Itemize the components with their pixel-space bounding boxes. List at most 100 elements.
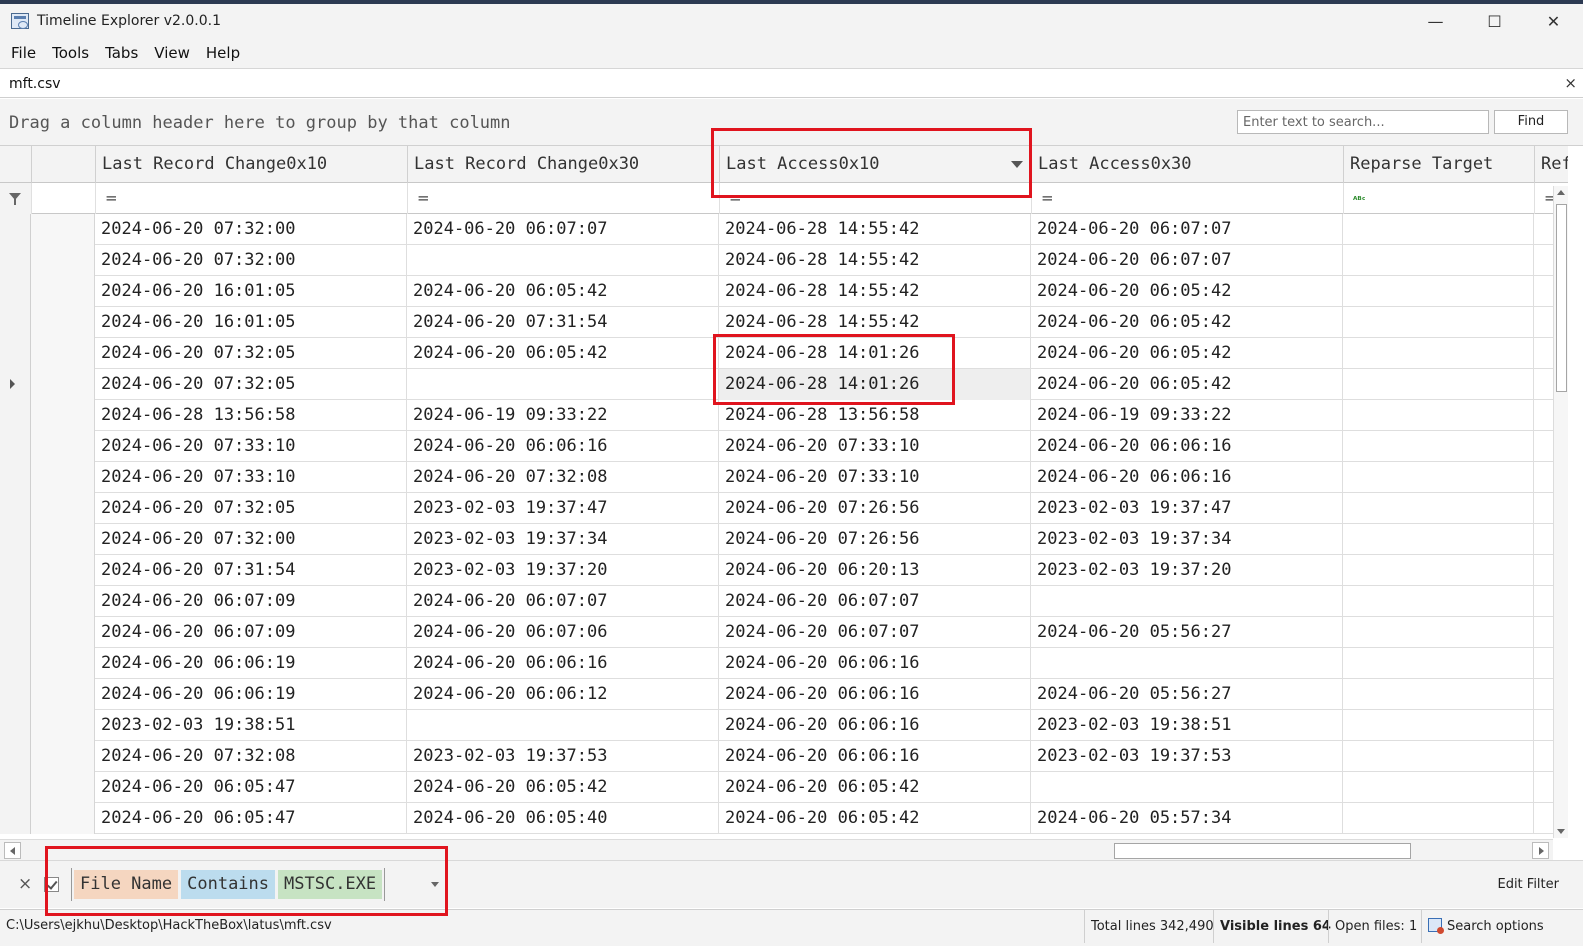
row-select-cell[interactable]: [31, 555, 95, 586]
table-row[interactable]: 2024-06-20 06:06:19 2024-06-20 06:06:16 20…: [0, 648, 1568, 679]
column-header-reparse-target[interactable]: Reparse Target: [1343, 146, 1534, 183]
table-row[interactable]: 2024-06-20 06:05:47 2024-06-20 06:05:42 20…: [0, 772, 1568, 803]
cell-last-record-change-0x10[interactable]: 2024-06-20 07:33:10: [95, 462, 407, 493]
cell-last-access-0x10[interactable]: 2024-06-20 06:06:16: [719, 679, 1031, 710]
cell-last-access-0x30[interactable]: 2023-02-03 19:38:51: [1031, 710, 1343, 741]
cell-last-access-0x30[interactable]: 2024-06-20 06:06:16: [1031, 431, 1343, 462]
row-select-cell[interactable]: [31, 245, 95, 276]
cell-last-record-change-0x30[interactable]: 2023-02-03 19:37:34: [407, 524, 719, 555]
cell-last-record-change-0x30[interactable]: 2024-06-20 06:07:07: [407, 586, 719, 617]
cell-last-access-0x30[interactable]: 2024-06-19 09:33:22: [1031, 400, 1343, 431]
cell-last-access-0x10[interactable]: 2024-06-20 06:06:16: [719, 710, 1031, 741]
row-indicator[interactable]: [0, 276, 31, 307]
cell-last-access-0x30[interactable]: 2024-06-20 06:05:42: [1031, 276, 1343, 307]
cell-last-access-0x10[interactable]: 2024-06-28 13:56:58: [719, 400, 1031, 431]
horizontal-scrollbar[interactable]: [0, 839, 1553, 860]
filter-field-token[interactable]: File Name: [74, 870, 179, 899]
cell-last-access-0x10[interactable]: 2024-06-20 07:26:56: [719, 524, 1031, 555]
menu-file[interactable]: File: [3, 38, 44, 69]
cell-last-record-change-0x30[interactable]: 2023-02-03 19:37:20: [407, 555, 719, 586]
cell-last-record-change-0x10[interactable]: 2024-06-20 07:33:10: [95, 431, 407, 462]
row-indicator[interactable]: [0, 369, 31, 400]
row-indicator[interactable]: [0, 772, 31, 803]
tab-close-icon[interactable]: ×: [1564, 74, 1577, 92]
cell-reparse-target[interactable]: [1343, 555, 1534, 586]
table-row[interactable]: 2024-06-20 07:31:54 2023-02-03 19:37:20 20…: [0, 555, 1568, 586]
cell-last-access-0x10[interactable]: 2024-06-20 07:33:10: [719, 431, 1031, 462]
row-indicator[interactable]: [0, 214, 31, 245]
row-indicator[interactable]: [0, 648, 31, 679]
table-row[interactable]: 2024-06-20 07:32:00 2024-06-28 14:55:42 20…: [0, 245, 1568, 276]
table-row[interactable]: 2024-06-20 06:06:19 2024-06-20 06:06:12 20…: [0, 679, 1568, 710]
row-indicator[interactable]: [0, 493, 31, 524]
cell-last-access-0x10[interactable]: 2024-06-28 14:01:26: [719, 338, 1031, 369]
row-indicator[interactable]: [0, 400, 31, 431]
row-select-cell[interactable]: [31, 710, 95, 741]
cell-reparse-target[interactable]: [1343, 524, 1534, 555]
cell-last-record-change-0x10[interactable]: 2024-06-20 06:05:47: [95, 772, 407, 803]
table-row[interactable]: 2024-06-20 07:32:05 2023-02-03 19:37:47 20…: [0, 493, 1568, 524]
cell-last-access-0x30[interactable]: 2024-06-20 05:57:34: [1031, 803, 1343, 834]
cell-last-access-0x30[interactable]: 2024-06-20 06:05:42: [1031, 369, 1343, 400]
cell-last-record-change-0x30[interactable]: 2024-06-20 06:05:40: [407, 803, 719, 834]
cell-reparse-target[interactable]: [1343, 617, 1534, 648]
cell-last-access-0x10[interactable]: 2024-06-28 14:01:26: [719, 369, 1031, 400]
row-indicator[interactable]: [0, 741, 31, 772]
table-row[interactable]: 2024-06-20 07:32:00 2024-06-20 06:07:07 20…: [0, 214, 1568, 245]
table-row[interactable]: 2024-06-20 07:32:00 2023-02-03 19:37:34 20…: [0, 524, 1568, 555]
row-select-cell[interactable]: [31, 400, 95, 431]
row-select-cell[interactable]: [31, 431, 95, 462]
cell-last-record-change-0x10[interactable]: 2024-06-20 07:31:54: [95, 555, 407, 586]
cell-last-record-change-0x30[interactable]: 2023-02-03 19:37:47: [407, 493, 719, 524]
row-select-cell[interactable]: [31, 586, 95, 617]
cell-last-record-change-0x30[interactable]: [407, 369, 719, 400]
cell-last-record-change-0x30[interactable]: 2024-06-20 06:07:06: [407, 617, 719, 648]
table-row[interactable]: 2024-06-20 06:07:09 2024-06-20 06:07:06 20…: [0, 617, 1568, 648]
cell-last-record-change-0x10[interactable]: 2024-06-20 06:07:09: [95, 617, 407, 648]
row-indicator[interactable]: [0, 617, 31, 648]
cell-last-access-0x30[interactable]: 2024-06-20 05:56:27: [1031, 679, 1343, 710]
cell-last-access-0x10[interactable]: 2024-06-28 14:55:42: [719, 276, 1031, 307]
table-row[interactable]: 2023-02-03 19:38:51 2024-06-20 06:06:16 20…: [0, 710, 1568, 741]
filter-expression[interactable]: File Name Contains MSTSC.EXE: [71, 868, 386, 901]
search-options-button[interactable]: Search options: [1421, 910, 1550, 943]
search-input[interactable]: [1237, 110, 1489, 134]
cell-last-access-0x30[interactable]: 2023-02-03 19:37:53: [1031, 741, 1343, 772]
table-row[interactable]: 2024-06-20 07:33:10 2024-06-20 06:06:16 20…: [0, 431, 1568, 462]
cell-last-access-0x30[interactable]: 2023-02-03 19:37:47: [1031, 493, 1343, 524]
row-indicator[interactable]: [0, 679, 31, 710]
row-select-cell[interactable]: [31, 524, 95, 555]
cell-last-access-0x30[interactable]: 2023-02-03 19:37:34: [1031, 524, 1343, 555]
cell-reparse-target[interactable]: [1343, 803, 1534, 834]
tab-mft-csv[interactable]: mft.csv: [9, 76, 61, 92]
scroll-down-icon[interactable]: [1557, 829, 1565, 834]
cell-last-access-0x10[interactable]: 2024-06-28 14:55:42: [719, 214, 1031, 245]
filter-history-dropdown-icon[interactable]: [431, 882, 439, 887]
cell-last-record-change-0x10[interactable]: 2024-06-20 06:07:09: [95, 586, 407, 617]
scroll-right-button[interactable]: [1532, 842, 1549, 859]
row-indicator[interactable]: [0, 307, 31, 338]
row-select-cell[interactable]: [31, 803, 95, 834]
row-select-cell[interactable]: [31, 493, 95, 524]
row-select-cell[interactable]: [31, 276, 95, 307]
cell-last-record-change-0x10[interactable]: 2024-06-20 06:06:19: [95, 679, 407, 710]
menu-tools[interactable]: Tools: [44, 38, 97, 69]
cell-last-record-change-0x10[interactable]: 2023-02-03 19:38:51: [95, 710, 407, 741]
cell-last-access-0x30[interactable]: 2024-06-20 06:07:07: [1031, 245, 1343, 276]
cell-reparse-target[interactable]: [1343, 772, 1534, 803]
cell-last-record-change-0x30[interactable]: 2024-06-20 06:05:42: [407, 772, 719, 803]
scroll-up-icon[interactable]: [1557, 190, 1565, 195]
cell-reparse-target[interactable]: [1343, 431, 1534, 462]
cell-last-access-0x10[interactable]: 2024-06-20 07:33:10: [719, 462, 1031, 493]
cell-last-record-change-0x30[interactable]: 2024-06-20 06:07:07: [407, 214, 719, 245]
table-row[interactable]: 2024-06-20 07:32:05 2024-06-20 06:05:42 20…: [0, 338, 1568, 369]
cell-last-record-change-0x10[interactable]: 2024-06-20 16:01:05: [95, 307, 407, 338]
cell-reparse-target[interactable]: [1343, 245, 1534, 276]
table-row[interactable]: 2024-06-20 16:01:05 2024-06-20 07:31:54 20…: [0, 307, 1568, 338]
cell-last-record-change-0x30[interactable]: 2024-06-19 09:33:22: [407, 400, 719, 431]
minimize-button[interactable]: —: [1406, 4, 1465, 38]
table-row[interactable]: 2024-06-20 07:33:10 2024-06-20 07:32:08 20…: [0, 462, 1568, 493]
cell-last-record-change-0x10[interactable]: 2024-06-20 07:32:00: [95, 214, 407, 245]
cell-last-record-change-0x10[interactable]: 2024-06-20 07:32:08: [95, 741, 407, 772]
cell-last-access-0x30[interactable]: 2024-06-20 06:07:07: [1031, 214, 1343, 245]
